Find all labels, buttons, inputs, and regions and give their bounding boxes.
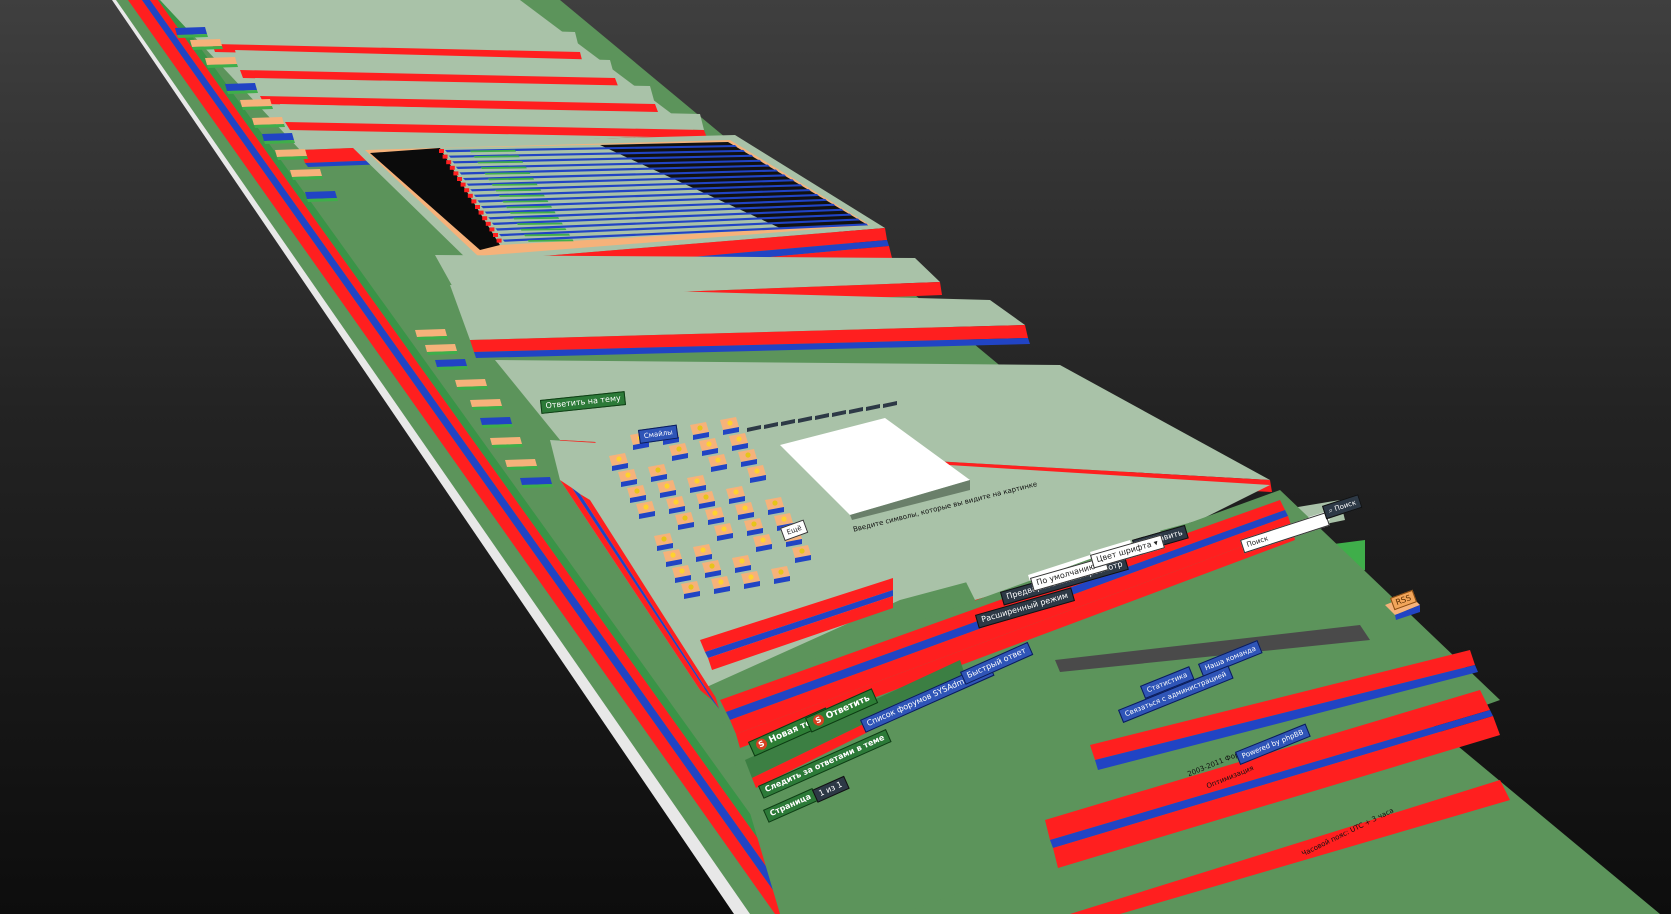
sidebar-element	[425, 344, 457, 352]
smiley-face-icon[interactable]	[733, 489, 739, 495]
smiley-face-icon[interactable]	[616, 456, 622, 462]
smiley-face-icon[interactable]	[682, 515, 688, 521]
smiley-face-icon[interactable]	[778, 569, 784, 575]
topic-row-icon	[475, 205, 480, 209]
smiley-face-icon[interactable]	[655, 467, 661, 473]
smiley-face-icon[interactable]	[664, 483, 670, 489]
chevron-down-icon: ▾	[1150, 538, 1159, 549]
sidebar-element	[205, 57, 237, 65]
smiley-face-icon[interactable]	[781, 516, 787, 522]
sidebar-element	[490, 437, 522, 445]
smiley-face-icon[interactable]	[799, 548, 805, 554]
topic-row-icon	[467, 193, 473, 198]
smiley-face-icon[interactable]	[670, 552, 676, 558]
smiley-face-icon[interactable]	[688, 584, 694, 590]
sidebar-element	[225, 83, 257, 91]
topic-row-icon	[449, 165, 455, 170]
sidebar-element	[190, 39, 222, 47]
topic-row-icon	[485, 221, 491, 226]
sidebar-element	[275, 149, 307, 157]
topic-row-icon	[457, 177, 462, 181]
smiley-face-icon[interactable]	[634, 488, 640, 494]
smiley-face-icon[interactable]	[679, 568, 685, 574]
sidebar-element	[262, 133, 294, 141]
smiley-face-icon[interactable]	[739, 558, 745, 564]
smiley-face-icon[interactable]	[709, 563, 715, 569]
sidebar-element	[305, 191, 337, 199]
topic-row-icon	[446, 160, 452, 165]
sidebar-element	[480, 417, 512, 425]
topic-row-icon	[482, 216, 488, 221]
smiley-face-icon[interactable]	[712, 510, 718, 516]
smiley-face-icon[interactable]	[718, 579, 724, 585]
smiley-face-icon[interactable]	[736, 436, 742, 442]
smiley-face-icon[interactable]	[748, 574, 754, 580]
smiley-face-icon[interactable]	[772, 500, 778, 506]
dom-3d-scene	[112, 0, 1660, 914]
s-icon: S	[811, 712, 826, 728]
sidebar-element	[520, 477, 552, 485]
topic-row-icon	[496, 238, 502, 243]
sidebar-element	[252, 117, 284, 125]
inspector-viewport[interactable]: SНовая тема SОтветить Следить за ответам…	[0, 0, 1671, 914]
s-icon: S	[754, 736, 769, 752]
sidebar-element	[415, 329, 447, 337]
topic-row-icon	[439, 149, 444, 153]
topic-row-icon	[471, 199, 477, 204]
topic-row-icon	[489, 227, 495, 232]
sidebar-element	[505, 459, 537, 467]
smiley-face-icon[interactable]	[751, 521, 757, 527]
sidebar-element	[175, 27, 207, 35]
smiley-face-icon[interactable]	[754, 468, 760, 474]
sidebar-element	[435, 359, 467, 367]
smiley-face-icon[interactable]	[700, 547, 706, 553]
topic-row-icon	[478, 210, 484, 215]
smiley-face-icon[interactable]	[676, 446, 682, 452]
sidebar-element	[455, 379, 487, 387]
smiley-face-icon[interactable]	[661, 536, 667, 542]
smiley-face-icon[interactable]	[760, 537, 766, 543]
smiley-face-icon[interactable]	[727, 420, 733, 426]
topic-row-icon	[493, 233, 498, 237]
smiley-face-icon[interactable]	[742, 505, 748, 511]
smiley-face-icon[interactable]	[706, 441, 712, 447]
smiley-face-icon[interactable]	[703, 494, 709, 500]
smiley-face-icon[interactable]	[694, 478, 700, 484]
topic-row-icon	[442, 154, 448, 159]
smiley-face-icon[interactable]	[697, 425, 703, 431]
sidebar-element	[240, 99, 272, 107]
smiley-face-icon[interactable]	[673, 499, 679, 505]
topic-row-icon	[453, 171, 459, 176]
sidebar-element	[470, 399, 502, 407]
topic-row-icon	[464, 188, 470, 193]
topic-row-icon	[460, 182, 466, 187]
sidebar-element	[290, 169, 322, 177]
smiley-face-icon[interactable]	[625, 472, 631, 478]
smiley-face-icon[interactable]	[643, 504, 649, 510]
smiley-face-icon[interactable]	[715, 457, 721, 463]
smiley-face-icon[interactable]	[745, 452, 751, 458]
smiley-face-icon[interactable]	[721, 526, 727, 532]
